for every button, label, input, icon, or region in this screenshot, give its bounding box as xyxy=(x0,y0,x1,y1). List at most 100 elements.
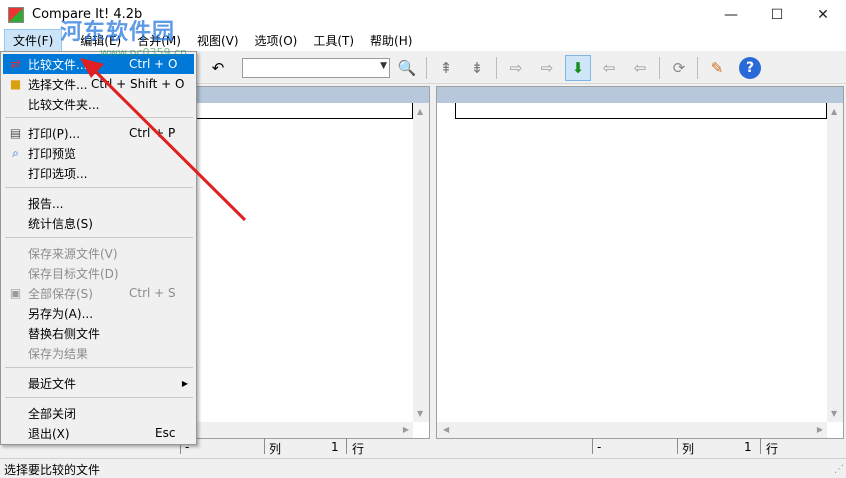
scroll-down-icon[interactable]: ▼ xyxy=(831,409,837,418)
menu-print-preview-label: 打印预览 xyxy=(28,146,77,161)
menu-report[interactable]: 报告... xyxy=(3,193,194,213)
right-file-pane[interactable]: ▲ ▼ ◀ ▶ xyxy=(436,86,844,439)
menu-save-as[interactable]: 另存为(A)... xyxy=(3,303,194,323)
menu-close-all[interactable]: 全部关闭 xyxy=(3,403,194,423)
menu-separator xyxy=(5,117,193,118)
right-horizontal-scrollbar[interactable]: ◀ ▶ xyxy=(437,422,827,438)
menu-save-all[interactable]: ▣ 全部保存(S) Ctrl + S xyxy=(3,283,194,303)
menu-print[interactable]: ▤ 打印(P)... Ctrl + P xyxy=(3,123,194,143)
resize-grip-icon[interactable]: ⋰ xyxy=(834,464,844,475)
right-col-value: 1 xyxy=(744,440,752,454)
menu-view[interactable]: 视图(V) xyxy=(189,30,247,51)
menu-help[interactable]: 帮助(H) xyxy=(362,30,420,51)
copy-right-icon[interactable]: ⇨ xyxy=(503,55,529,81)
menu-print-shortcut: Ctrl + P xyxy=(129,126,176,140)
menu-replace-right[interactable]: 替换右侧文件 xyxy=(3,323,194,343)
scroll-down-icon[interactable]: ▼ xyxy=(417,409,423,418)
menu-save-all-label: 全部保存(S) xyxy=(28,286,93,301)
menu-save-result-label: 保存为结果 xyxy=(28,346,89,361)
copy-left-alt-icon[interactable]: ⇦ xyxy=(627,55,653,81)
toolbar-separator xyxy=(426,57,427,79)
menu-close-all-label: 全部关闭 xyxy=(28,406,77,421)
app-icon xyxy=(8,7,24,23)
copy-left-icon[interactable]: ⇦ xyxy=(596,55,622,81)
menu-save-all-shortcut: Ctrl + S xyxy=(129,286,176,300)
menu-print-label: 打印(P)... xyxy=(28,126,81,141)
save-icon: ▣ xyxy=(9,286,22,300)
right-row-label: 行 xyxy=(766,442,779,456)
menu-compare-folders[interactable]: 比较文件夹... xyxy=(3,94,194,114)
close-button[interactable]: ✕ xyxy=(800,0,846,30)
scroll-right-icon[interactable]: ▶ xyxy=(403,425,409,434)
search-icon[interactable]: 🔍 xyxy=(394,55,420,81)
download-icon[interactable]: ⇟ xyxy=(464,55,490,81)
menu-statistics-label: 统计信息(S) xyxy=(28,216,93,231)
menu-save-as-label: 另存为(A)... xyxy=(28,306,94,321)
submenu-arrow-icon: ▶ xyxy=(181,378,188,388)
right-col-label: 列 xyxy=(682,442,695,456)
menu-compare-folders-label: 比较文件夹... xyxy=(28,97,100,112)
scroll-right-icon[interactable]: ▶ xyxy=(817,425,823,434)
menu-separator xyxy=(5,237,193,238)
chevron-down-icon[interactable]: ▼ xyxy=(380,61,387,71)
undo-icon[interactable]: ↶ xyxy=(205,55,231,81)
scroll-left-icon[interactable]: ◀ xyxy=(443,425,449,434)
left-vertical-scrollbar[interactable]: ▲ ▼ xyxy=(413,103,429,422)
status-bar: 选择要比较的文件 ⋰ xyxy=(0,458,846,477)
refresh-icon[interactable]: ⟳ xyxy=(666,55,692,81)
menu-recent-files[interactable]: 最近文件 ▶ xyxy=(3,373,194,393)
menu-print-preview[interactable]: ⌕ 打印预览 xyxy=(3,143,194,163)
menu-save-source-label: 保存来源文件(V) xyxy=(28,246,118,261)
menu-save-source[interactable]: 保存来源文件(V) xyxy=(3,243,194,263)
menu-options[interactable]: 选项(O) xyxy=(247,30,306,51)
right-vertical-scrollbar[interactable]: ▲ ▼ xyxy=(827,103,843,422)
watermark-logo: 河东软件园 xyxy=(60,20,176,45)
menu-recent-files-label: 最近文件 xyxy=(28,376,77,391)
status-divider xyxy=(346,438,347,454)
left-col-label: 列 xyxy=(269,442,282,456)
menu-file[interactable]: 文件(F) xyxy=(4,29,63,52)
menu-select-files-label: 选择文件... xyxy=(28,77,88,92)
menu-save-target-label: 保存目标文件(D) xyxy=(28,266,119,281)
menu-save-result[interactable]: 保存为结果 xyxy=(3,343,194,363)
file-menu-dropdown: ⇄ 比较文件... Ctrl + O ■ 选择文件... Ctrl + Shif… xyxy=(0,51,197,445)
right-pane-header xyxy=(437,87,843,103)
watermark-url: www.pc0359.cn xyxy=(100,46,188,59)
menu-select-files[interactable]: ■ 选择文件... Ctrl + Shift + O xyxy=(3,74,194,94)
menu-exit-shortcut: Esc xyxy=(155,426,176,440)
menu-save-target[interactable]: 保存目标文件(D) xyxy=(3,263,194,283)
scroll-up-icon[interactable]: ▲ xyxy=(417,107,423,116)
copy-right-alt-icon[interactable]: ⇨ xyxy=(534,55,560,81)
menu-exit-label: 退出(X) xyxy=(28,426,70,441)
tools-icon[interactable]: ✎ xyxy=(704,55,730,81)
minimize-button[interactable]: — xyxy=(708,0,754,30)
menu-separator xyxy=(5,367,193,368)
menu-print-options-label: 打印选项... xyxy=(28,166,88,181)
merge-down-icon[interactable]: ⬇ xyxy=(565,55,591,81)
status-divider xyxy=(264,438,265,454)
menu-select-files-shortcut: Ctrl + Shift + O xyxy=(91,77,185,91)
right-status-dash: - xyxy=(597,440,602,454)
menu-tools[interactable]: 工具(T) xyxy=(305,30,362,51)
left-col-value: 1 xyxy=(331,440,339,454)
toolbar-separator xyxy=(659,57,660,79)
help-icon[interactable]: ? xyxy=(737,55,763,81)
status-divider xyxy=(760,438,761,454)
menu-statistics[interactable]: 统计信息(S) xyxy=(3,213,194,233)
right-pane-line xyxy=(455,103,827,119)
folder-icon: ■ xyxy=(9,77,22,91)
status-divider xyxy=(592,438,593,454)
compare-icon: ⇄ xyxy=(10,57,21,71)
menu-exit[interactable]: 退出(X) Esc xyxy=(3,423,194,443)
menu-separator xyxy=(5,187,193,188)
search-combo[interactable]: ▼ xyxy=(242,58,390,78)
status-divider xyxy=(677,438,678,454)
toolbar-separator xyxy=(496,57,497,79)
menu-print-options[interactable]: 打印选项... xyxy=(3,163,194,183)
upload-icon[interactable]: ⇞ xyxy=(433,55,459,81)
maximize-button[interactable]: ☐ xyxy=(754,0,800,30)
left-row-label: 行 xyxy=(352,442,365,456)
scroll-up-icon[interactable]: ▲ xyxy=(831,107,837,116)
menu-separator xyxy=(5,397,193,398)
menu-compare-files-shortcut: Ctrl + O xyxy=(129,57,178,71)
